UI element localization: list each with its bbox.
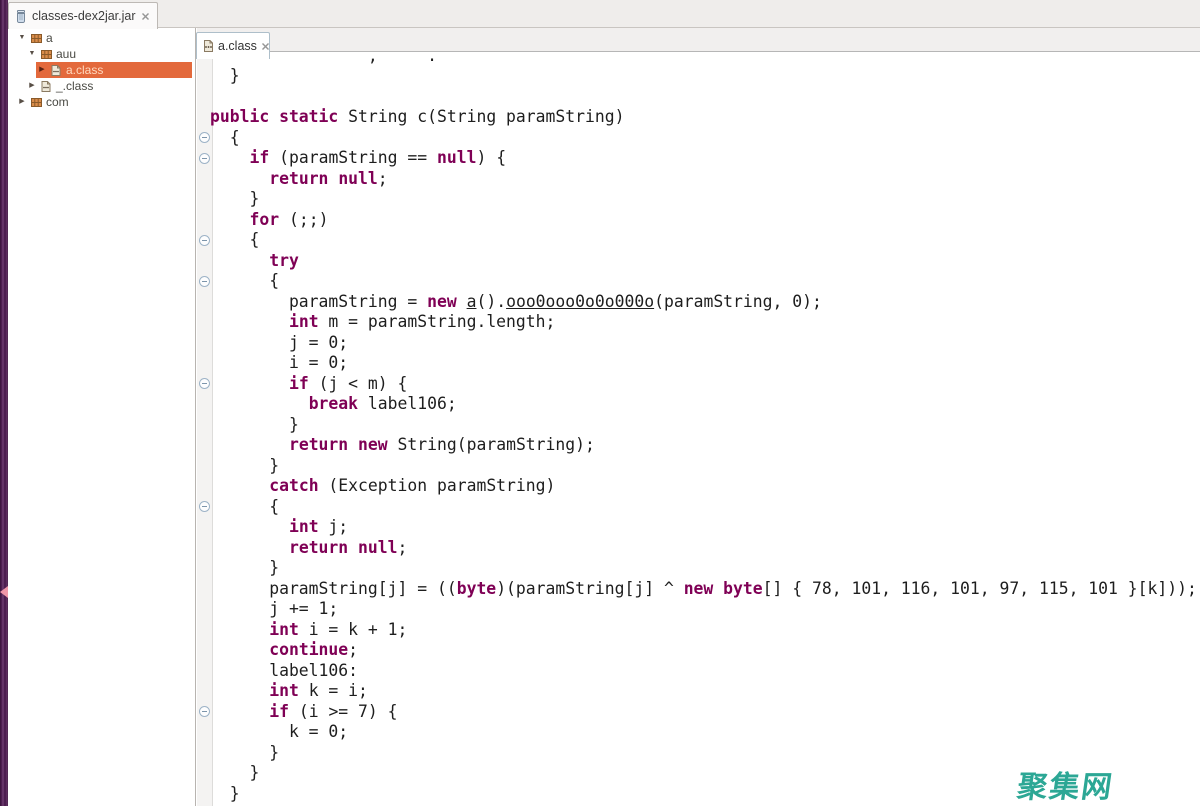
code-line: return null; [210,538,1197,559]
code-line: label106: [210,661,1197,682]
fold-toggle[interactable] [199,276,210,287]
edge-reveal-arrow-icon[interactable] [0,586,8,598]
tree-item[interactable]: ▶ com [8,94,195,110]
fold-toggle[interactable] [199,378,210,389]
fold-toggle[interactable] [199,235,210,246]
code-link[interactable]: ooo0ooo0o0o000o [506,292,654,311]
code-line: } [210,415,1197,436]
package-tree: ▼a▼auu▶a.class▶_.class▶com [8,28,195,110]
collapse-arrow-icon[interactable]: ▼ [18,30,26,46]
code-line: } [210,189,1197,210]
tree-item-label: auu [56,47,76,61]
code-line: int k = i; [210,681,1197,702]
code-line: } [210,558,1197,579]
tree-item-label: com [46,95,69,109]
app-window: classes-dex2jar.jar ▼a▼auu▶a.class▶_.cla… [0,0,1200,806]
code-line: try [210,251,1197,272]
code-line: j += 1; [210,599,1197,620]
tree-item[interactable]: ▶ a.class [8,62,195,78]
editor-tab-bar [197,28,1200,52]
fold-toggle[interactable] [199,501,210,512]
editor-tab-label: a.class [218,39,257,53]
code-line: int j; [210,517,1197,538]
code-line: , . [210,51,1197,66]
expand-arrow-icon[interactable]: ▶ [38,62,46,78]
code-line: int i = k + 1; [210,620,1197,641]
code-line: break label106; [210,394,1197,415]
class-icon [40,80,52,92]
code-line [210,87,1197,108]
sidebar: ▼a▼auu▶a.class▶_.class▶com [8,28,196,806]
code-line: k = 0; [210,722,1197,743]
code-line: catch (Exception paramString) [210,476,1197,497]
expand-arrow-icon[interactable]: ▶ [28,78,36,94]
code-line: paramString[j] = ((byte)(paramString[j] … [210,579,1197,600]
code-line: paramString = new a().ooo0ooo0o0o000o(pa… [210,292,1197,313]
desktop-edge-strip [0,0,8,806]
class-file-icon [203,40,214,52]
code-line: j = 0; [210,333,1197,354]
expand-arrow-icon[interactable]: ▶ [18,94,26,110]
code-text: , . } public static String c(String param… [210,51,1197,804]
jar-tab-bar [0,0,1200,28]
jar-icon [15,10,27,22]
tree-item[interactable]: ▼ auu [8,46,195,62]
jar-tab-close-icon[interactable] [141,12,150,21]
code-line: { [210,230,1197,251]
editor-tab-close-icon[interactable] [261,42,270,51]
collapse-arrow-icon[interactable]: ▼ [28,46,36,62]
code-line: } [210,743,1197,764]
code-line: i = 0; [210,353,1197,374]
code-line: for (;;) [210,210,1197,231]
code-line: public static String c(String paramStrin… [210,107,1197,128]
code-line: return null; [210,169,1197,190]
tree-item-label: a [46,31,53,45]
code-line: } [210,456,1197,477]
class-icon [50,64,62,76]
fold-toggle[interactable] [199,706,210,717]
jar-tab[interactable]: classes-dex2jar.jar [8,2,158,29]
code-link[interactable]: a [467,292,477,311]
code-line: int m = paramString.length; [210,312,1197,333]
package-icon [40,48,52,60]
fold-toggle[interactable] [199,132,210,143]
watermark-text: 聚集网 [1015,762,1117,806]
code-line: } [210,66,1197,87]
code-line: continue; [210,640,1197,661]
code-line: { [210,497,1197,518]
tree-item[interactable]: ▶ _.class [8,78,195,94]
tree-item[interactable]: ▼a [8,30,195,46]
code-line: if (i >= 7) { [210,702,1197,723]
editor-tab[interactable]: a.class [196,32,270,59]
code-line: { [210,128,1197,149]
package-icon [30,96,42,108]
code-line: { [210,271,1197,292]
tree-item-label: _.class [56,79,93,93]
code-line: if (paramString == null) { [210,148,1197,169]
code-line: return new String(paramString); [210,435,1197,456]
code-viewer[interactable]: , . } public static String c(String param… [197,51,1200,806]
tree-item-label: a.class [66,63,103,77]
jar-tab-label: classes-dex2jar.jar [32,9,136,23]
package-icon [30,32,42,44]
fold-toggle[interactable] [199,153,210,164]
code-line: if (j < m) { [210,374,1197,395]
